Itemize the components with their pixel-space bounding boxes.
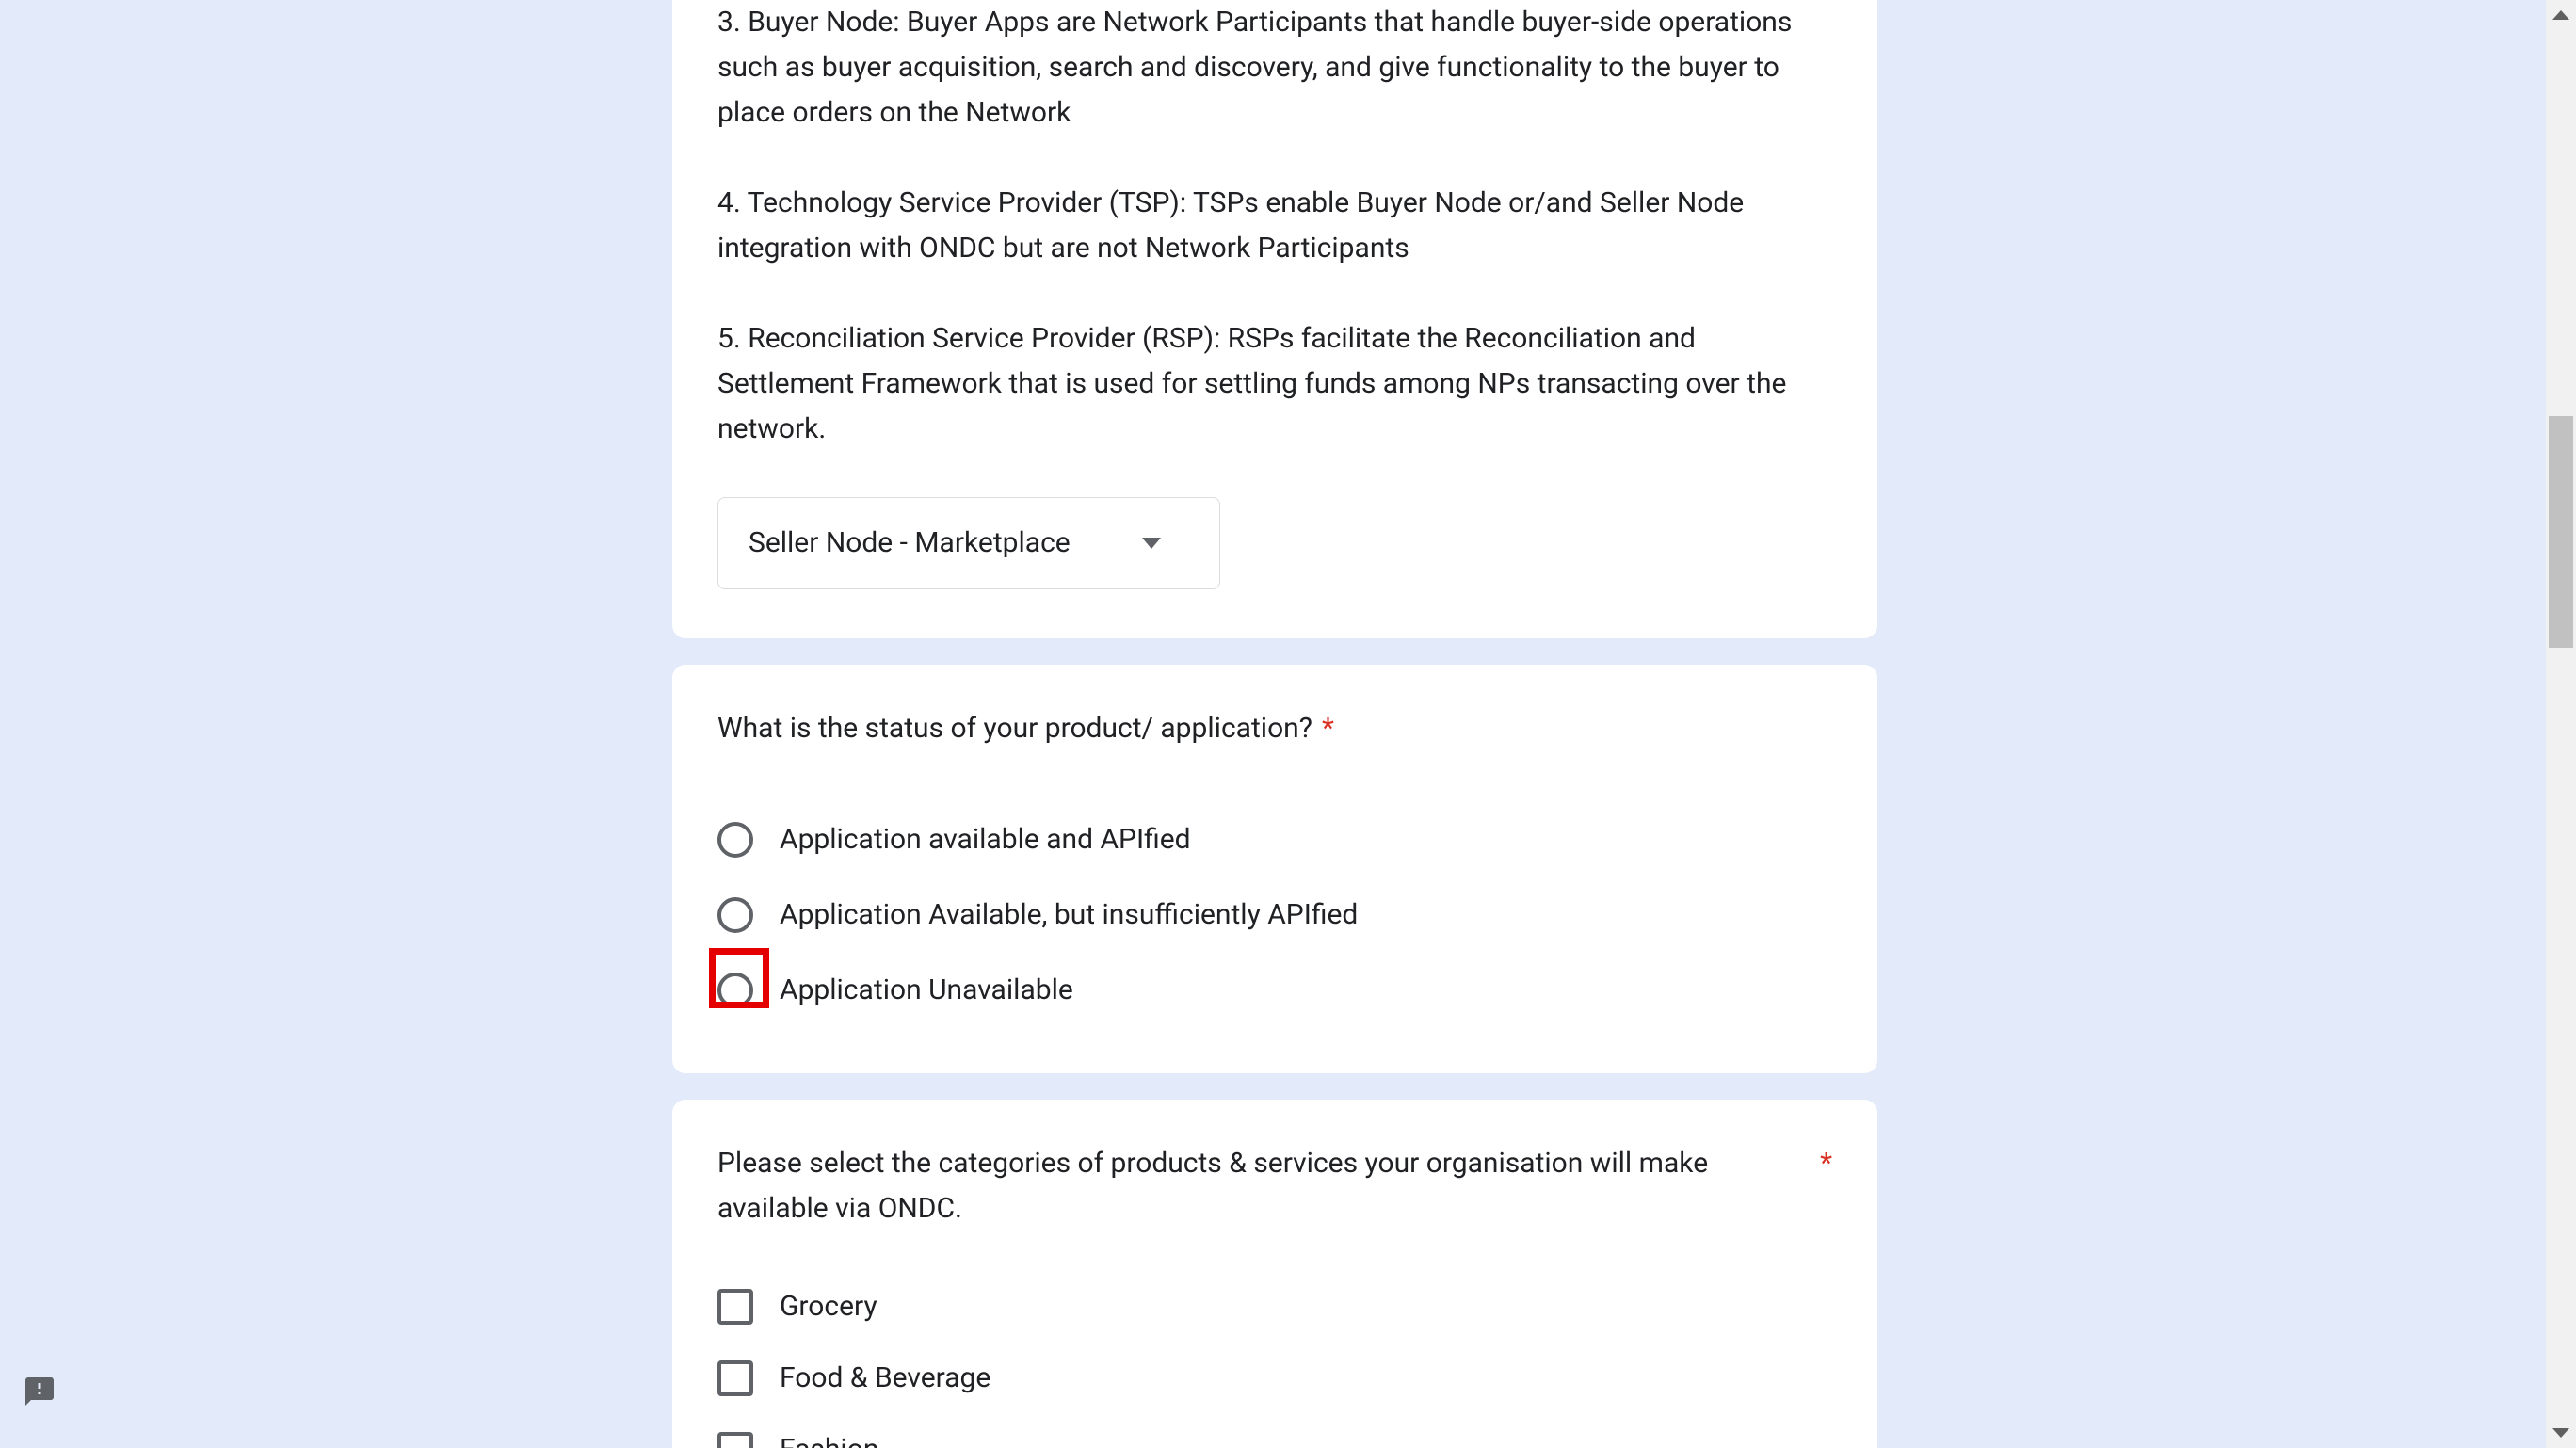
- checkbox-icon: [717, 1432, 753, 1448]
- arrow-down-icon: [2552, 1428, 2569, 1438]
- definition-3: 3. Buyer Node: Buyer Apps are Network Pa…: [717, 0, 1832, 136]
- radio-label: Application available and APIfied: [780, 817, 1191, 862]
- radio-option-1[interactable]: Application Available, but insufficientl…: [717, 877, 1832, 953]
- checkbox-icon: [717, 1289, 753, 1325]
- question-text-status: What is the status of your product/ appl…: [717, 706, 1312, 751]
- question-row: What is the status of your product/ appl…: [717, 706, 1832, 751]
- checkbox-option-2[interactable]: Fashion: [717, 1414, 1832, 1448]
- required-asterisk: *: [1312, 706, 1334, 751]
- card-categories-question: Please select the categories of products…: [672, 1100, 1877, 1448]
- category-options: Grocery Food & Beverage Fashion: [717, 1271, 1832, 1448]
- question-row: Please select the categories of products…: [717, 1141, 1832, 1231]
- status-options: Application available and APIfied Applic…: [717, 802, 1832, 1028]
- radio-label: Application Unavailable: [780, 968, 1073, 1013]
- scroll-up-button[interactable]: [2546, 0, 2576, 30]
- checkbox-icon: [717, 1360, 753, 1396]
- caret-down-icon: [1142, 538, 1161, 549]
- radio-label: Application Available, but insufficientl…: [780, 893, 1358, 938]
- question-text-categories: Please select the categories of products…: [717, 1141, 1811, 1231]
- scroll-thumb[interactable]: [2549, 416, 2573, 648]
- feedback-icon: [23, 1375, 56, 1408]
- checkbox-label: Fashion: [780, 1427, 878, 1448]
- required-asterisk: *: [1811, 1141, 1832, 1186]
- report-problem-button[interactable]: [23, 1375, 56, 1408]
- node-type-select[interactable]: Seller Node - Marketplace: [717, 497, 1220, 589]
- radio-icon: [717, 897, 753, 933]
- checkbox-label: Food & Beverage: [780, 1356, 990, 1401]
- vertical-scrollbar: [2546, 0, 2576, 1448]
- radio-option-2[interactable]: Application Unavailable: [717, 953, 1832, 1028]
- radio-option-0[interactable]: Application available and APIfied: [717, 802, 1832, 877]
- radio-icon: [717, 822, 753, 858]
- arrow-up-icon: [2552, 10, 2569, 20]
- checkbox-option-0[interactable]: Grocery: [717, 1271, 1832, 1343]
- checkbox-option-1[interactable]: Food & Beverage: [717, 1343, 1832, 1414]
- page-viewport: 3. Buyer Node: Buyer Apps are Network Pa…: [0, 0, 2576, 1448]
- card-definitions: 3. Buyer Node: Buyer Apps are Network Pa…: [672, 0, 1877, 638]
- definition-4: 4. Technology Service Provider (TSP): TS…: [717, 181, 1832, 271]
- select-value: Seller Node - Marketplace: [749, 521, 1071, 566]
- card-status-question: What is the status of your product/ appl…: [672, 665, 1877, 1073]
- checkbox-label: Grocery: [780, 1284, 877, 1329]
- radio-icon: [717, 973, 753, 1008]
- definition-5: 5. Reconciliation Service Provider (RSP)…: [717, 316, 1832, 452]
- scroll-down-button[interactable]: [2546, 1418, 2576, 1448]
- form-column: 3. Buyer Node: Buyer Apps are Network Pa…: [672, 0, 1877, 1448]
